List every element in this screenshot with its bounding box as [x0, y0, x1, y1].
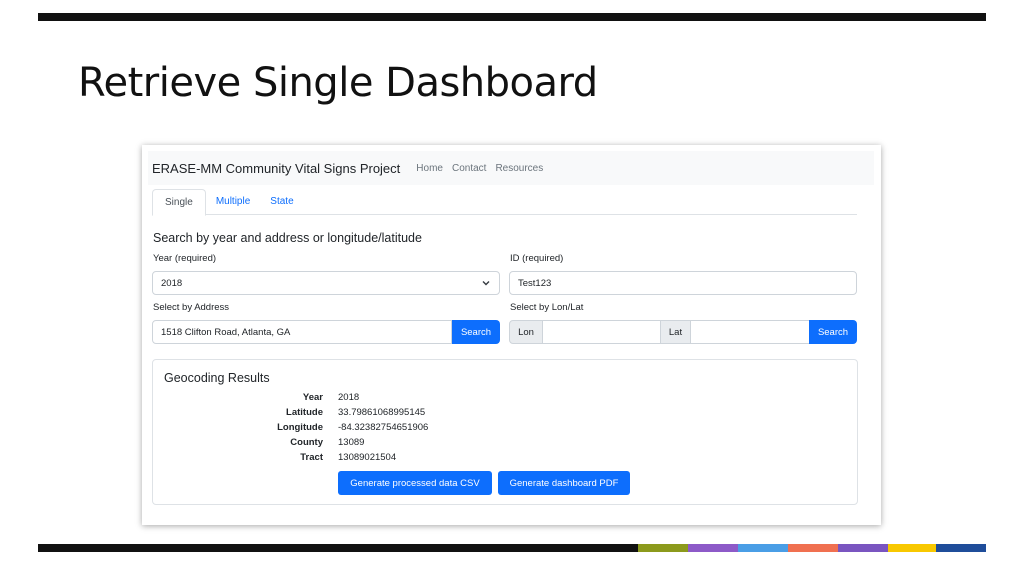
address-input-value: 1518 Clifton Road, Atlanta, GA — [161, 326, 291, 338]
tab-single[interactable]: Single — [152, 189, 206, 216]
lonlat-search-button[interactable]: Search — [809, 320, 857, 344]
result-value: 2018 — [338, 392, 360, 403]
nav-resources[interactable]: Resources — [495, 163, 543, 174]
result-key: Longitude — [277, 422, 323, 433]
generate-csv-button[interactable]: Generate processed data CSV — [338, 471, 492, 495]
nav-contact[interactable]: Contact — [452, 163, 486, 174]
year-select-value: 2018 — [161, 277, 183, 289]
chevron-down-icon — [482, 281, 490, 286]
result-key: Tract — [300, 452, 323, 463]
color-segment — [738, 544, 788, 552]
geocoding-results-card: Geocoding Results Year 2018 Latitude 33.… — [152, 359, 858, 505]
results-title: Geocoding Results — [164, 371, 270, 385]
top-rule — [38, 13, 986, 21]
lon-addon: Lon — [509, 320, 543, 344]
color-segment — [788, 544, 838, 552]
address-search-button[interactable]: Search — [452, 320, 500, 344]
nav-home[interactable]: Home — [416, 163, 443, 174]
result-key: Year — [302, 392, 323, 403]
result-key: Latitude — [286, 407, 323, 418]
search-heading: Search by year and address or longitude/… — [153, 231, 422, 245]
result-value: 13089 — [338, 437, 365, 448]
result-key: County — [290, 437, 323, 448]
lonlat-label: Select by Lon/Lat — [510, 302, 584, 313]
tab-state[interactable]: State — [260, 189, 303, 215]
result-value: 33.79861068995145 — [338, 407, 426, 418]
bottom-color-rule — [38, 544, 986, 552]
lon-input[interactable] — [542, 320, 661, 344]
tab-multiple[interactable]: Multiple — [206, 189, 260, 215]
lat-input[interactable] — [690, 320, 810, 344]
color-segment — [638, 544, 688, 552]
lat-addon: Lat — [660, 320, 691, 344]
app-screenshot: ERASE-MM Community Vital Signs Project H… — [142, 145, 881, 525]
result-value: -84.32382754651906 — [338, 422, 429, 433]
color-segment — [888, 544, 936, 552]
id-label: ID (required) — [510, 253, 564, 264]
address-input[interactable]: 1518 Clifton Road, Atlanta, GA — [152, 320, 452, 344]
color-segment — [838, 544, 888, 552]
navbar-brand[interactable]: ERASE-MM Community Vital Signs Project — [152, 161, 400, 176]
generate-pdf-button[interactable]: Generate dashboard PDF — [498, 471, 630, 495]
id-input-value: Test123 — [518, 277, 552, 289]
color-segment — [38, 544, 638, 552]
slide-title: Retrieve Single Dashboard — [78, 60, 598, 106]
color-segment — [688, 544, 738, 552]
address-label: Select by Address — [153, 302, 230, 313]
year-label: Year (required) — [153, 253, 217, 264]
id-input[interactable]: Test123 — [509, 271, 857, 295]
color-segment — [936, 544, 986, 552]
year-select[interactable]: 2018 — [152, 271, 500, 295]
tab-bar: Single Multiple State — [152, 189, 857, 216]
navbar: ERASE-MM Community Vital Signs Project H… — [148, 151, 874, 185]
result-value: 13089021504 — [338, 452, 397, 463]
